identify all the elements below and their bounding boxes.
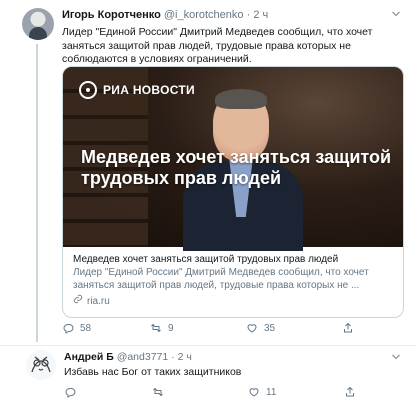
share-icon — [346, 386, 354, 397]
retweet-count: 9 — [168, 322, 174, 334]
link-card[interactable]: РИА НОВОСТИ Медведев хочет заняться защи… — [62, 66, 404, 318]
tweet-time[interactable]: 2 ч — [253, 9, 268, 21]
like-icon — [249, 388, 259, 397]
retweet-icon — [151, 323, 161, 333]
ria-logo-icon — [79, 81, 97, 99]
tweet-main[interactable]: Игорь Коротченко @i_korotchenko · 2 ч Ли… — [0, 0, 416, 345]
ria-logo-text: РИА НОВОСТИ — [103, 83, 195, 97]
reply-icon — [63, 324, 74, 334]
thread-line — [36, 44, 38, 342]
like-button[interactable]: 11 — [248, 386, 344, 398]
retweet-button[interactable] — [152, 386, 248, 398]
retweet-button[interactable]: 9 — [150, 322, 246, 334]
card-body: Медведев хочет заняться защитой трудовых… — [73, 253, 395, 308]
tweet-text: Лидер "Единой России" Дмитрий Медведев с… — [62, 26, 373, 65]
author-handle[interactable]: @and3771 — [117, 351, 169, 363]
card-domain: ria.ru — [73, 294, 395, 308]
tweet-time[interactable]: 2 ч — [178, 351, 192, 363]
author-name[interactable]: Андрей Б — [64, 351, 114, 363]
avatar[interactable] — [26, 350, 56, 380]
tweet-actions: 58 9 35 — [62, 322, 354, 334]
author-handle[interactable]: @i_korotchenko — [164, 9, 244, 21]
tweet-text: Избавь нас Бог от таких защитников — [64, 366, 242, 378]
tweet-header: Игорь Коротченко @i_korotchenko · 2 ч — [62, 9, 268, 21]
reply-count: 58 — [80, 322, 92, 334]
ria-logo: РИА НОВОСТИ — [79, 81, 195, 99]
share-icon — [344, 322, 352, 333]
tweet-actions: 11 — [64, 386, 356, 398]
link-icon — [73, 294, 83, 308]
chevron-down-icon[interactable] — [390, 8, 402, 23]
like-button[interactable]: 35 — [246, 322, 342, 334]
reply-button[interactable] — [64, 386, 152, 398]
tweet-header: Андрей Б @and3771 · 2 ч — [64, 351, 192, 363]
share-button[interactable] — [342, 322, 354, 334]
separator-dot: · — [171, 351, 175, 363]
card-title: Медведев хочет заняться защитой трудовых… — [73, 254, 339, 265]
reply-icon — [65, 388, 76, 398]
retweet-icon — [153, 387, 163, 397]
like-icon — [247, 324, 257, 333]
card-domain-text: ria.ru — [87, 295, 110, 307]
chevron-down-icon[interactable] — [390, 351, 402, 366]
avatar[interactable] — [22, 8, 54, 40]
share-button[interactable] — [344, 386, 356, 398]
image-headline: Медведев хочет заняться защитой трудовых… — [81, 147, 392, 188]
reply-button[interactable]: 58 — [62, 322, 150, 334]
like-count: 11 — [266, 386, 277, 398]
author-name[interactable]: Игорь Коротченко — [62, 9, 161, 21]
card-image[interactable]: РИА НОВОСТИ Медведев хочет заняться защи… — [63, 67, 403, 251]
separator-dot: · — [246, 9, 251, 21]
card-description: Лидер "Единой России" Дмитрий Медведев с… — [73, 267, 369, 291]
tweet-reply[interactable]: Андрей Б @and3771 · 2 ч Избавь нас Бог о… — [0, 346, 416, 409]
like-count: 35 — [264, 322, 276, 334]
